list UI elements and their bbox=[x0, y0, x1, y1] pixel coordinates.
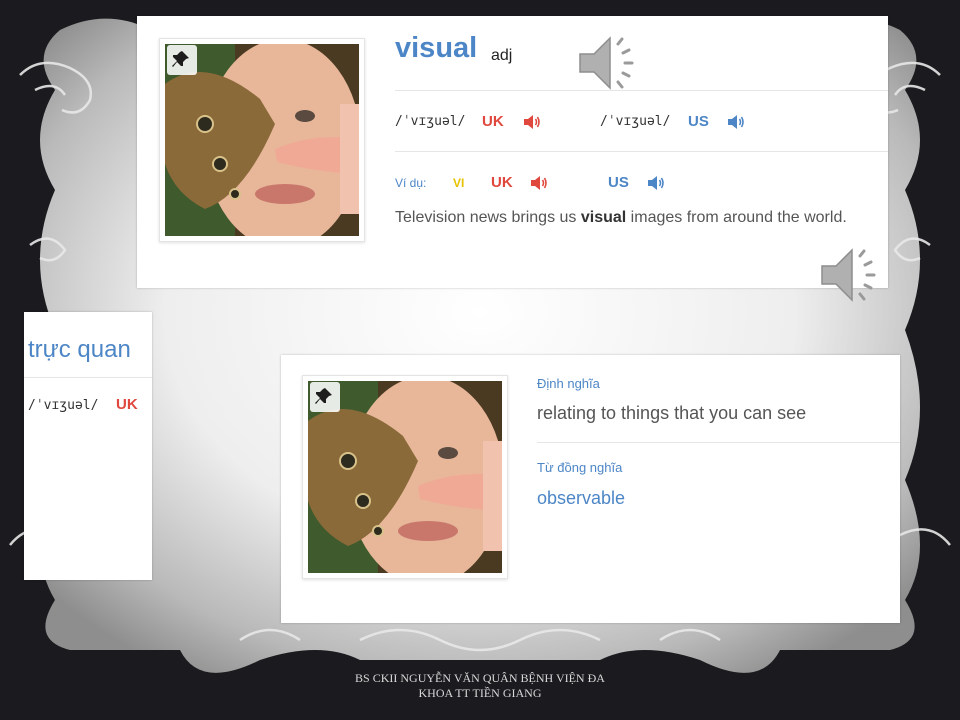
audio-speaker-icon[interactable] bbox=[816, 244, 882, 306]
image-frame bbox=[302, 375, 508, 579]
speaker-icon[interactable] bbox=[647, 175, 665, 191]
slide-footer: BS CKII NGUYỄN VĂN QUÂN BỆNH VIỆN ĐA KHO… bbox=[300, 671, 660, 701]
synonym-label: Từ đồng nghĩa bbox=[537, 460, 623, 475]
divider bbox=[537, 442, 900, 443]
speaker-icon[interactable] bbox=[523, 114, 541, 130]
example-text-before: Television news brings us bbox=[395, 209, 581, 226]
top-dictionary-card: visual adj /ˈvɪʒuəl/ UK /ˈvɪʒuəl/ US Ví … bbox=[137, 16, 888, 288]
pushpin-icon bbox=[172, 51, 189, 67]
ipa-us: /ˈvɪʒuəl/ bbox=[600, 114, 671, 129]
headword: visual bbox=[395, 32, 478, 64]
definition-card: Định nghĩa relating to things that you c… bbox=[281, 355, 900, 623]
pin-button[interactable] bbox=[310, 382, 340, 412]
example-vi-tag[interactable]: VI bbox=[453, 176, 464, 190]
translation-ipa: /ˈvɪʒuəl/ bbox=[28, 398, 99, 413]
pushpin-icon bbox=[315, 388, 332, 404]
region-uk: UK bbox=[482, 113, 504, 130]
part-of-speech: adj bbox=[491, 47, 513, 64]
pin-button[interactable] bbox=[167, 45, 197, 75]
image-frame bbox=[159, 38, 365, 242]
synonym-link[interactable]: observable bbox=[537, 488, 625, 509]
divider bbox=[24, 377, 152, 378]
translation-word: trực quan bbox=[28, 336, 131, 363]
example-uk-tag: UK bbox=[491, 174, 513, 191]
example-label: Ví dụ: bbox=[395, 176, 427, 190]
footer-line-2: KHOA TT TIỀN GIANG bbox=[418, 686, 542, 700]
footer-line-1: BS CKII NGUYỄN VĂN QUÂN BỆNH VIỆN ĐA bbox=[355, 671, 605, 685]
speaker-icon[interactable] bbox=[530, 175, 548, 191]
definition-label: Định nghĩa bbox=[537, 376, 600, 391]
example-highlight: visual bbox=[580, 209, 627, 226]
divider bbox=[395, 90, 888, 91]
example-text-after: images from around the world. bbox=[626, 209, 847, 226]
region-us: US bbox=[688, 113, 709, 130]
definition-text: relating to things that you can see bbox=[537, 403, 807, 423]
example-us-tag: US bbox=[608, 174, 629, 191]
audio-speaker-icon[interactable] bbox=[574, 32, 640, 94]
translation-card: trực quan /ˈvɪʒuəl/ UK bbox=[24, 312, 152, 580]
example-sentence: Television news brings us visual images … bbox=[395, 209, 847, 227]
translation-region: UK bbox=[116, 396, 138, 413]
speaker-icon[interactable] bbox=[727, 114, 745, 130]
ipa-uk: /ˈvɪʒuəl/ bbox=[395, 114, 466, 129]
divider bbox=[395, 151, 888, 152]
